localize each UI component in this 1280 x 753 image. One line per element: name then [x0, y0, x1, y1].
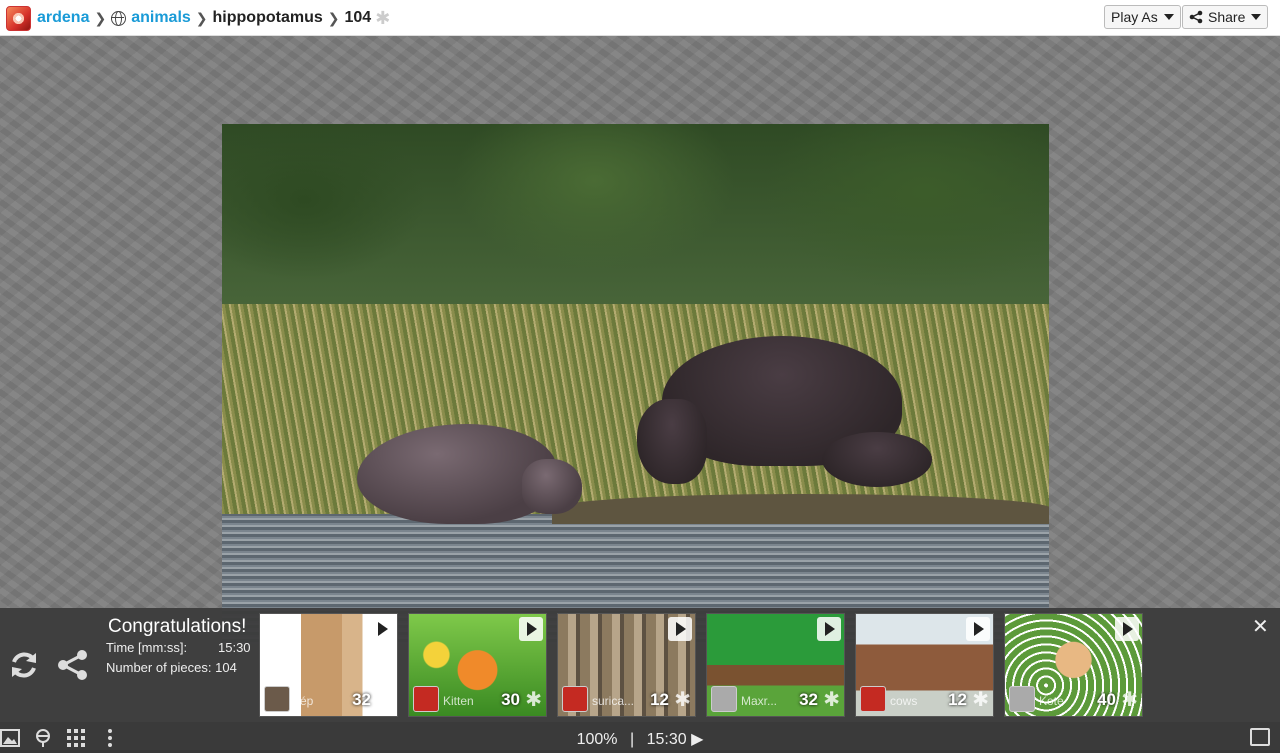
puzzle-name: kép	[294, 694, 314, 708]
puzzle-piece-icon: ✱	[375, 7, 391, 28]
share-button[interactable]: Share	[1182, 5, 1269, 29]
puzzle-piece-icon: ✱	[972, 689, 989, 711]
piece-count: 32	[352, 690, 371, 709]
share-label: Share	[1208, 9, 1246, 25]
puzzle-name: surica...	[592, 694, 635, 708]
image-hippo-large-head	[637, 399, 707, 484]
zoom-level: 100%	[576, 731, 618, 748]
puzzle-name: Kitten	[443, 694, 474, 708]
piece-count: 40	[1097, 690, 1116, 709]
play-icon[interactable]	[1115, 617, 1139, 641]
status-divider: |	[629, 731, 635, 748]
breadcrumb: ardena ❯ animals ❯ hippopotamus ❯ 104 ✱	[6, 5, 390, 31]
congratulations-panel: Congratulations! Time [mm:ss]: 15:30 Num…	[0, 608, 1280, 722]
related-puzzle-thumbnail[interactable]: Kitten 30 ✱	[408, 613, 547, 717]
puzzle-name: cows	[890, 694, 918, 708]
image-hippo-small-head	[522, 459, 582, 514]
time-label: Time [mm:ss]:	[106, 640, 188, 655]
play-icon[interactable]: ▶	[691, 731, 703, 748]
chevron-right-icon: ❯	[195, 9, 208, 26]
avatar	[1009, 686, 1035, 712]
chevron-right-icon: ❯	[94, 9, 107, 26]
puzzle-piece-icon: ✱	[1121, 689, 1138, 711]
timer: 15:30	[646, 731, 687, 748]
share-icon	[1189, 10, 1203, 24]
related-puzzle-thumbnail[interactable]: Kote 40 ✱	[1004, 613, 1143, 717]
piece-count: 12	[948, 690, 967, 709]
puzzle-name: Kote	[1039, 694, 1064, 708]
caret-down-icon	[1163, 14, 1174, 20]
play-icon[interactable]	[668, 617, 692, 641]
play-as-button[interactable]: Play As	[1104, 5, 1181, 29]
congratulations-title: Congratulations!	[108, 616, 247, 637]
breadcrumb-piece-count[interactable]: 104	[344, 9, 371, 27]
puzzle-image	[222, 124, 1049, 644]
top-bar: ardena ❯ animals ❯ hippopotamus ❯ 104 ✱ …	[0, 0, 1280, 36]
play-icon[interactable]	[966, 617, 990, 641]
avatar	[860, 686, 886, 712]
caret-down-icon	[1251, 14, 1262, 20]
time-value: 15:30	[218, 640, 251, 655]
related-puzzle-thumbnail[interactable]: kép 32 ✱	[259, 613, 398, 717]
related-puzzles: kép 32 ✱ Kitten 30 ✱ surica... 12 ✱ Maxr…	[259, 613, 1143, 717]
piece-count: 32	[799, 690, 818, 709]
play-as-label: Play As	[1111, 9, 1158, 25]
avatar	[413, 686, 439, 712]
user-avatar[interactable]	[6, 5, 31, 31]
status-readout: 100% | 15:30 ▶	[0, 729, 1280, 749]
puzzle-piece-icon: ✱	[525, 689, 542, 711]
share-icon[interactable]	[56, 648, 90, 682]
related-puzzle-thumbnail[interactable]: Maxr... 32 ✱	[706, 613, 845, 717]
replay-icon[interactable]	[7, 648, 41, 682]
close-icon[interactable]: ✕	[1252, 614, 1269, 639]
chevron-right-icon: ❯	[327, 9, 340, 26]
image-trees	[222, 124, 1049, 314]
fullscreen-icon[interactable]	[1250, 728, 1270, 746]
avatar	[562, 686, 588, 712]
puzzle-piece-icon: ✱	[376, 689, 393, 711]
pieces-label: Number of pieces: 104	[106, 660, 237, 675]
globe-icon	[111, 10, 127, 26]
play-icon[interactable]	[519, 617, 543, 641]
piece-count: 30	[501, 690, 520, 709]
puzzle-piece-icon: ✱	[823, 689, 840, 711]
image-grass	[222, 304, 1049, 514]
image-hippo-calf	[822, 432, 932, 487]
puzzle-name: Maxr...	[741, 694, 778, 708]
play-icon[interactable]	[370, 617, 394, 641]
puzzle-piece-icon: ✱	[674, 689, 691, 711]
breadcrumb-category-link[interactable]: animals	[131, 9, 191, 27]
related-puzzle-thumbnail[interactable]: surica... 12 ✱	[557, 613, 696, 717]
piece-count: 12	[650, 690, 669, 709]
related-puzzle-thumbnail[interactable]: cows 12 ✱	[855, 613, 994, 717]
breadcrumb-puzzle-title: hippopotamus	[212, 9, 323, 26]
breadcrumb-user-link[interactable]: ardena	[37, 9, 89, 27]
bottom-toolbar: 100% | 15:30 ▶	[0, 722, 1280, 753]
avatar	[711, 686, 737, 712]
play-icon[interactable]	[817, 617, 841, 641]
image-mud-bank	[552, 494, 1049, 524]
puzzle-board[interactable]	[0, 36, 1280, 644]
avatar	[264, 686, 290, 712]
